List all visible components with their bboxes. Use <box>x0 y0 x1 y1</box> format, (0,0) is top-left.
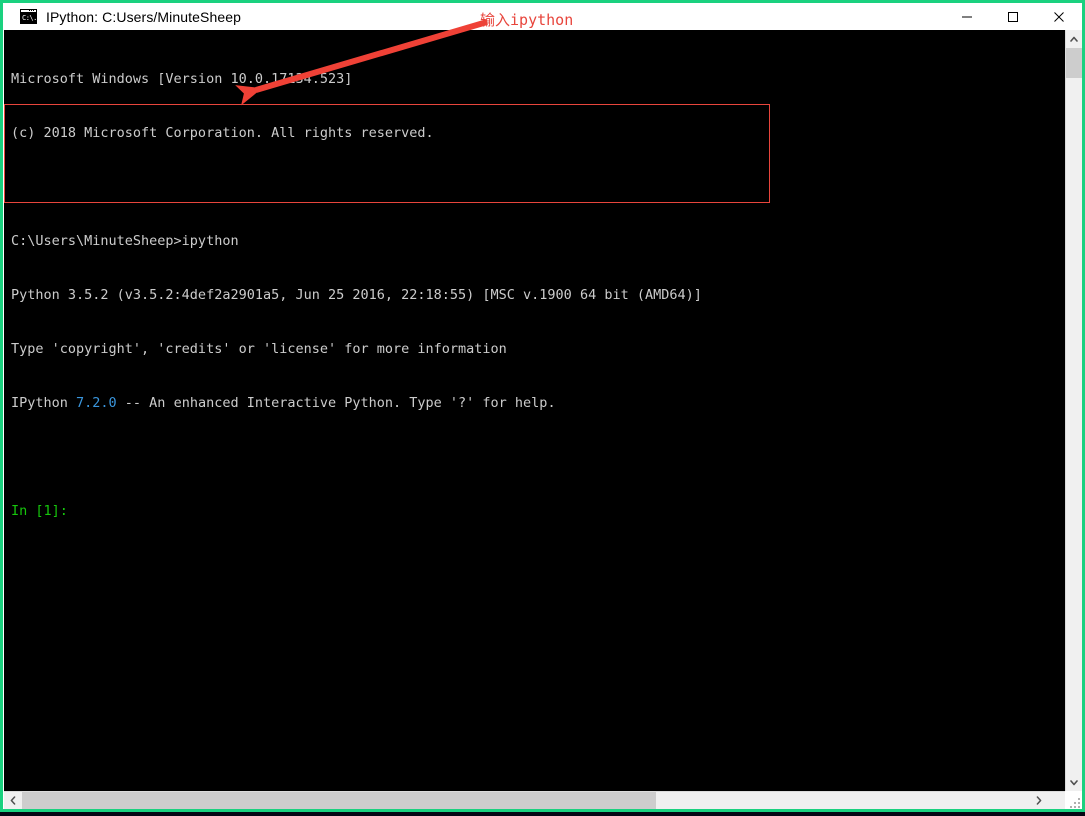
maximize-icon <box>1008 11 1018 22</box>
scroll-right-button[interactable] <box>1030 792 1047 809</box>
scroll-up-button[interactable] <box>1066 30 1082 47</box>
chevron-right-icon <box>1036 796 1041 805</box>
cmd-icon-glyph: C:\. <box>21 13 36 23</box>
callout-label: 输入ipython <box>480 9 573 30</box>
window-controls <box>944 3 1082 30</box>
console-line: Microsoft Windows [Version 10.0.17134.52… <box>11 71 353 87</box>
close-button[interactable] <box>1036 3 1082 30</box>
scroll-down-button[interactable] <box>1066 774 1082 791</box>
callout-label-command: ipython <box>510 11 574 29</box>
ipython-help-text: -- An enhanced Interactive Python. Type … <box>116 395 556 411</box>
ipython-version: 7.2.0 <box>76 395 117 411</box>
console-window: C:\. IPython: C:Users/MinuteSheep Micros… <box>0 0 1085 812</box>
ipython-prompt: In [1]: <box>11 503 68 519</box>
minimize-button[interactable] <box>944 3 990 30</box>
console-text: Microsoft Windows [Version 10.0.17134.52… <box>11 34 702 556</box>
console-line: Type 'copyright', 'credits' or 'license'… <box>11 341 507 357</box>
console-line-ipython-version: IPython 7.2.0 -- An enhanced Interactive… <box>11 394 702 412</box>
window-border-bottom <box>0 809 1085 812</box>
console-line: (c) 2018 Microsoft Corporation. All righ… <box>11 125 434 141</box>
chevron-down-icon <box>1070 779 1078 785</box>
resize-grip[interactable] <box>1070 796 1082 808</box>
window-title: IPython: C:Users/MinuteSheep <box>46 8 242 25</box>
cmd-icon: C:\. <box>20 9 37 24</box>
callout-label-cjk: 输入 <box>480 11 511 29</box>
close-icon <box>1054 11 1064 22</box>
vertical-scrollbar[interactable] <box>1065 30 1082 791</box>
horizontal-scrollbar[interactable] <box>4 791 1065 809</box>
console-output-area[interactable]: Microsoft Windows [Version 10.0.17134.52… <box>4 30 1065 791</box>
scroll-left-button[interactable] <box>4 792 21 809</box>
console-line-command: C:\Users\MinuteSheep>ipython <box>11 233 239 249</box>
chevron-left-icon <box>10 796 15 805</box>
screenshot-root: C:\. IPython: C:Users/MinuteSheep Micros… <box>0 0 1085 816</box>
chevron-up-icon <box>1070 36 1078 42</box>
maximize-button[interactable] <box>990 3 1036 30</box>
horizontal-scrollbar-thumb[interactable] <box>22 792 656 809</box>
window-border-left <box>0 0 3 812</box>
ipython-label: IPython <box>11 395 77 411</box>
vertical-scrollbar-thumb[interactable] <box>1066 48 1082 78</box>
minimize-icon <box>962 16 972 17</box>
console-line: Python 3.5.2 (v3.5.2:4def2a2901a5, Jun 2… <box>11 287 702 303</box>
